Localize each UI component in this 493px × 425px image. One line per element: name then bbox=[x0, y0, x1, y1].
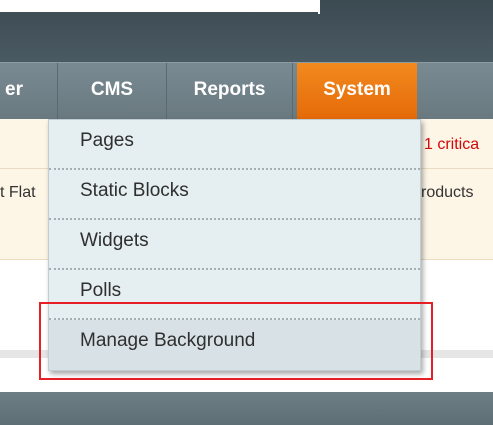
header-search-area bbox=[0, 0, 318, 12]
nav-item-cms[interactable]: CMS bbox=[58, 63, 167, 119]
menu-item-label: Widgets bbox=[80, 230, 149, 251]
nav-item-label: er bbox=[5, 79, 23, 100]
menu-item-label: Pages bbox=[80, 130, 134, 151]
nav-item-label: Reports bbox=[193, 79, 266, 100]
menu-item-static-blocks[interactable]: Static Blocks bbox=[49, 170, 420, 220]
menu-item-widgets[interactable]: Widgets bbox=[49, 220, 420, 270]
index-message-fragment: t Flat bbox=[0, 184, 36, 201]
menu-item-label: Polls bbox=[80, 280, 122, 301]
menu-item-label: Static Blocks bbox=[80, 180, 189, 201]
highlight-box bbox=[39, 302, 433, 380]
nav-item-system[interactable]: System bbox=[297, 63, 417, 119]
nav-item-label: CMS bbox=[90, 79, 134, 100]
critical-message-link[interactable]: 1 critica bbox=[424, 136, 479, 154]
nav-item-partial[interactable]: er bbox=[0, 63, 58, 119]
header-search-edge bbox=[318, 0, 320, 14]
nav-item-reports[interactable]: Reports bbox=[167, 63, 293, 119]
nav-item-label: System bbox=[323, 79, 391, 100]
menu-item-pages[interactable]: Pages bbox=[49, 120, 420, 170]
main-nav: er CMS Reports System bbox=[0, 62, 493, 119]
products-message-fragment: roducts bbox=[421, 184, 474, 201]
content-header-bar bbox=[0, 392, 493, 425]
